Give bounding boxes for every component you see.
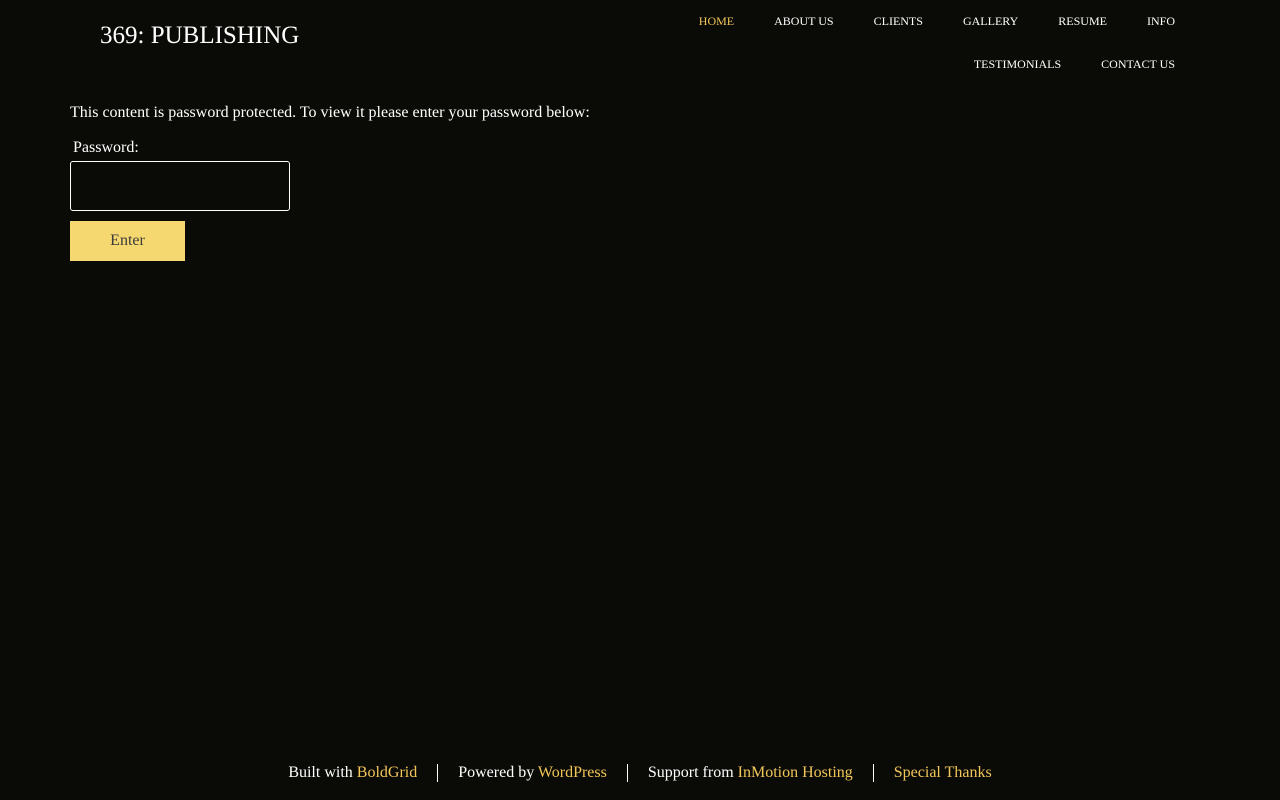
nav-item-info[interactable]: INFO bbox=[1147, 14, 1175, 29]
password-protected-notice: This content is password protected. To v… bbox=[70, 104, 590, 121]
page: 369: PUBLISHING HOME ABOUT US CLIENTS GA… bbox=[0, 0, 1280, 800]
footer-powered-by: Powered by WordPress bbox=[438, 764, 627, 782]
footer-support-text: Support from bbox=[647, 764, 734, 781]
footer-support: Support from InMotion Hosting bbox=[628, 764, 873, 782]
nav-row-secondary: TESTIMONIALS CONTACT US bbox=[615, 43, 1175, 86]
boldgrid-link[interactable]: BoldGrid bbox=[357, 764, 417, 781]
inmotion-hosting-link[interactable]: InMotion Hosting bbox=[738, 764, 853, 781]
wordpress-link[interactable]: WordPress bbox=[538, 764, 607, 781]
password-label: Password: bbox=[73, 139, 139, 156]
password-form-section: This content is password protected. To v… bbox=[70, 102, 590, 261]
nav-row-primary: HOME ABOUT US CLIENTS GALLERY RESUME INF… bbox=[615, 0, 1175, 43]
footer-powered-by-text: Powered by bbox=[458, 764, 535, 781]
footer-built-with-text: Built with bbox=[288, 764, 353, 781]
main-nav: HOME ABOUT US CLIENTS GALLERY RESUME INF… bbox=[615, 0, 1175, 86]
nav-item-clients[interactable]: CLIENTS bbox=[874, 14, 923, 29]
nav-item-resume[interactable]: RESUME bbox=[1058, 14, 1107, 29]
site-title[interactable]: 369: PUBLISHING bbox=[100, 21, 299, 51]
enter-button[interactable]: Enter bbox=[70, 221, 185, 261]
nav-item-about-us[interactable]: ABOUT US bbox=[774, 14, 833, 29]
password-input[interactable] bbox=[70, 161, 290, 211]
nav-item-testimonials[interactable]: TESTIMONIALS bbox=[974, 57, 1061, 72]
nav-item-home[interactable]: HOME bbox=[699, 14, 734, 29]
footer-built-with: Built with BoldGrid bbox=[268, 764, 437, 782]
footer-special-thanks: Special Thanks bbox=[874, 764, 1012, 782]
nav-item-contact-us[interactable]: CONTACT US bbox=[1101, 57, 1175, 72]
nav-item-gallery[interactable]: GALLERY bbox=[963, 14, 1018, 29]
site-footer: Built with BoldGrid Powered by WordPress… bbox=[0, 764, 1280, 782]
special-thanks-link[interactable]: Special Thanks bbox=[894, 764, 992, 781]
